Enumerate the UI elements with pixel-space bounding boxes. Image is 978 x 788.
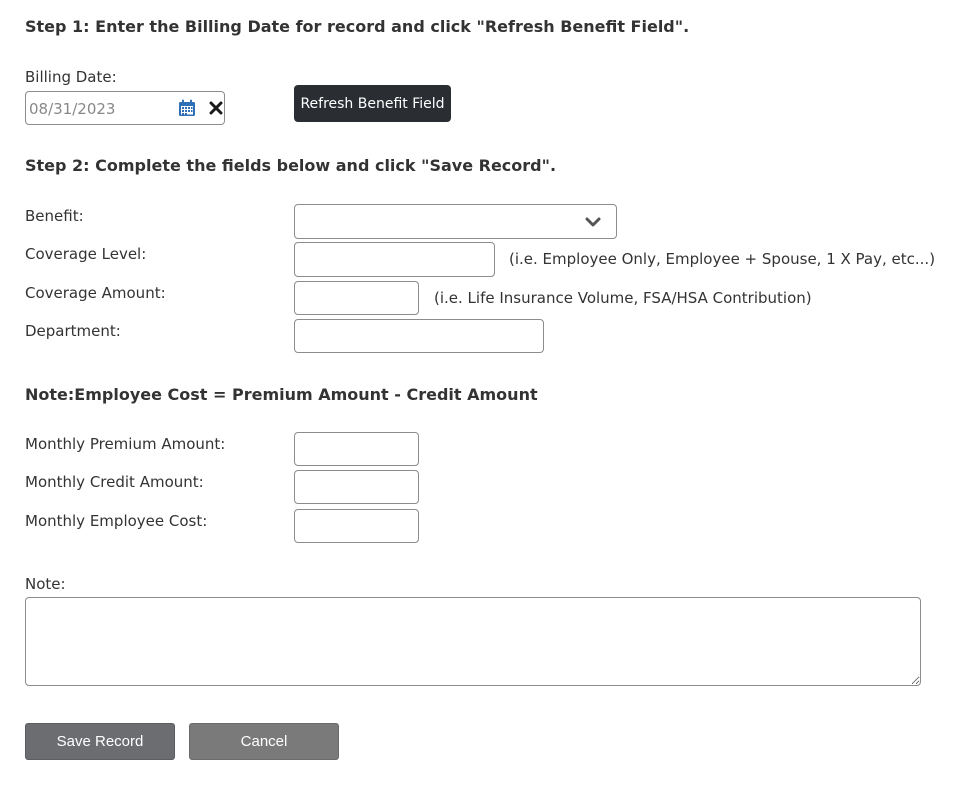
clear-date-icon[interactable] — [209, 101, 223, 115]
cancel-button[interactable]: Cancel — [189, 723, 339, 760]
billing-date-input[interactable] — [29, 98, 169, 120]
coverage-amount-label: Coverage Amount: — [25, 284, 166, 302]
step2-heading: Step 2: Complete the fields below and cl… — [25, 156, 557, 175]
calendar-icon[interactable] — [178, 99, 196, 117]
employee-cost-note-heading: Note:Employee Cost = Premium Amount - Cr… — [25, 385, 538, 404]
monthly-credit-label: Monthly Credit Amount: — [25, 473, 204, 491]
billing-date-picker — [25, 91, 225, 125]
monthly-premium-label: Monthly Premium Amount: — [25, 435, 226, 453]
billing-date-label: Billing Date: — [25, 68, 117, 86]
monthly-premium-input[interactable] — [294, 432, 419, 466]
chevron-down-icon — [584, 215, 602, 229]
refresh-benefit-field-button[interactable]: Refresh Benefit Field — [294, 85, 451, 122]
coverage-amount-hint: (i.e. Life Insurance Volume, FSA/HSA Con… — [434, 289, 812, 307]
coverage-level-input[interactable] — [294, 242, 495, 277]
monthly-employee-cost-label: Monthly Employee Cost: — [25, 512, 208, 530]
department-label: Department: — [25, 322, 121, 340]
step1-heading: Step 1: Enter the Billing Date for recor… — [25, 17, 690, 36]
monthly-employee-cost-input[interactable] — [294, 509, 419, 543]
coverage-amount-input[interactable] — [294, 281, 419, 315]
save-record-button[interactable]: Save Record — [25, 723, 175, 760]
note-label: Note: — [25, 575, 66, 593]
department-input[interactable] — [294, 319, 544, 353]
note-textarea[interactable] — [25, 597, 921, 686]
benefit-label: Benefit: — [25, 207, 84, 225]
coverage-level-hint: (i.e. Employee Only, Employee + Spouse, … — [509, 250, 936, 268]
coverage-level-label: Coverage Level: — [25, 245, 147, 263]
benefit-select[interactable] — [294, 204, 617, 239]
monthly-credit-input[interactable] — [294, 470, 419, 504]
